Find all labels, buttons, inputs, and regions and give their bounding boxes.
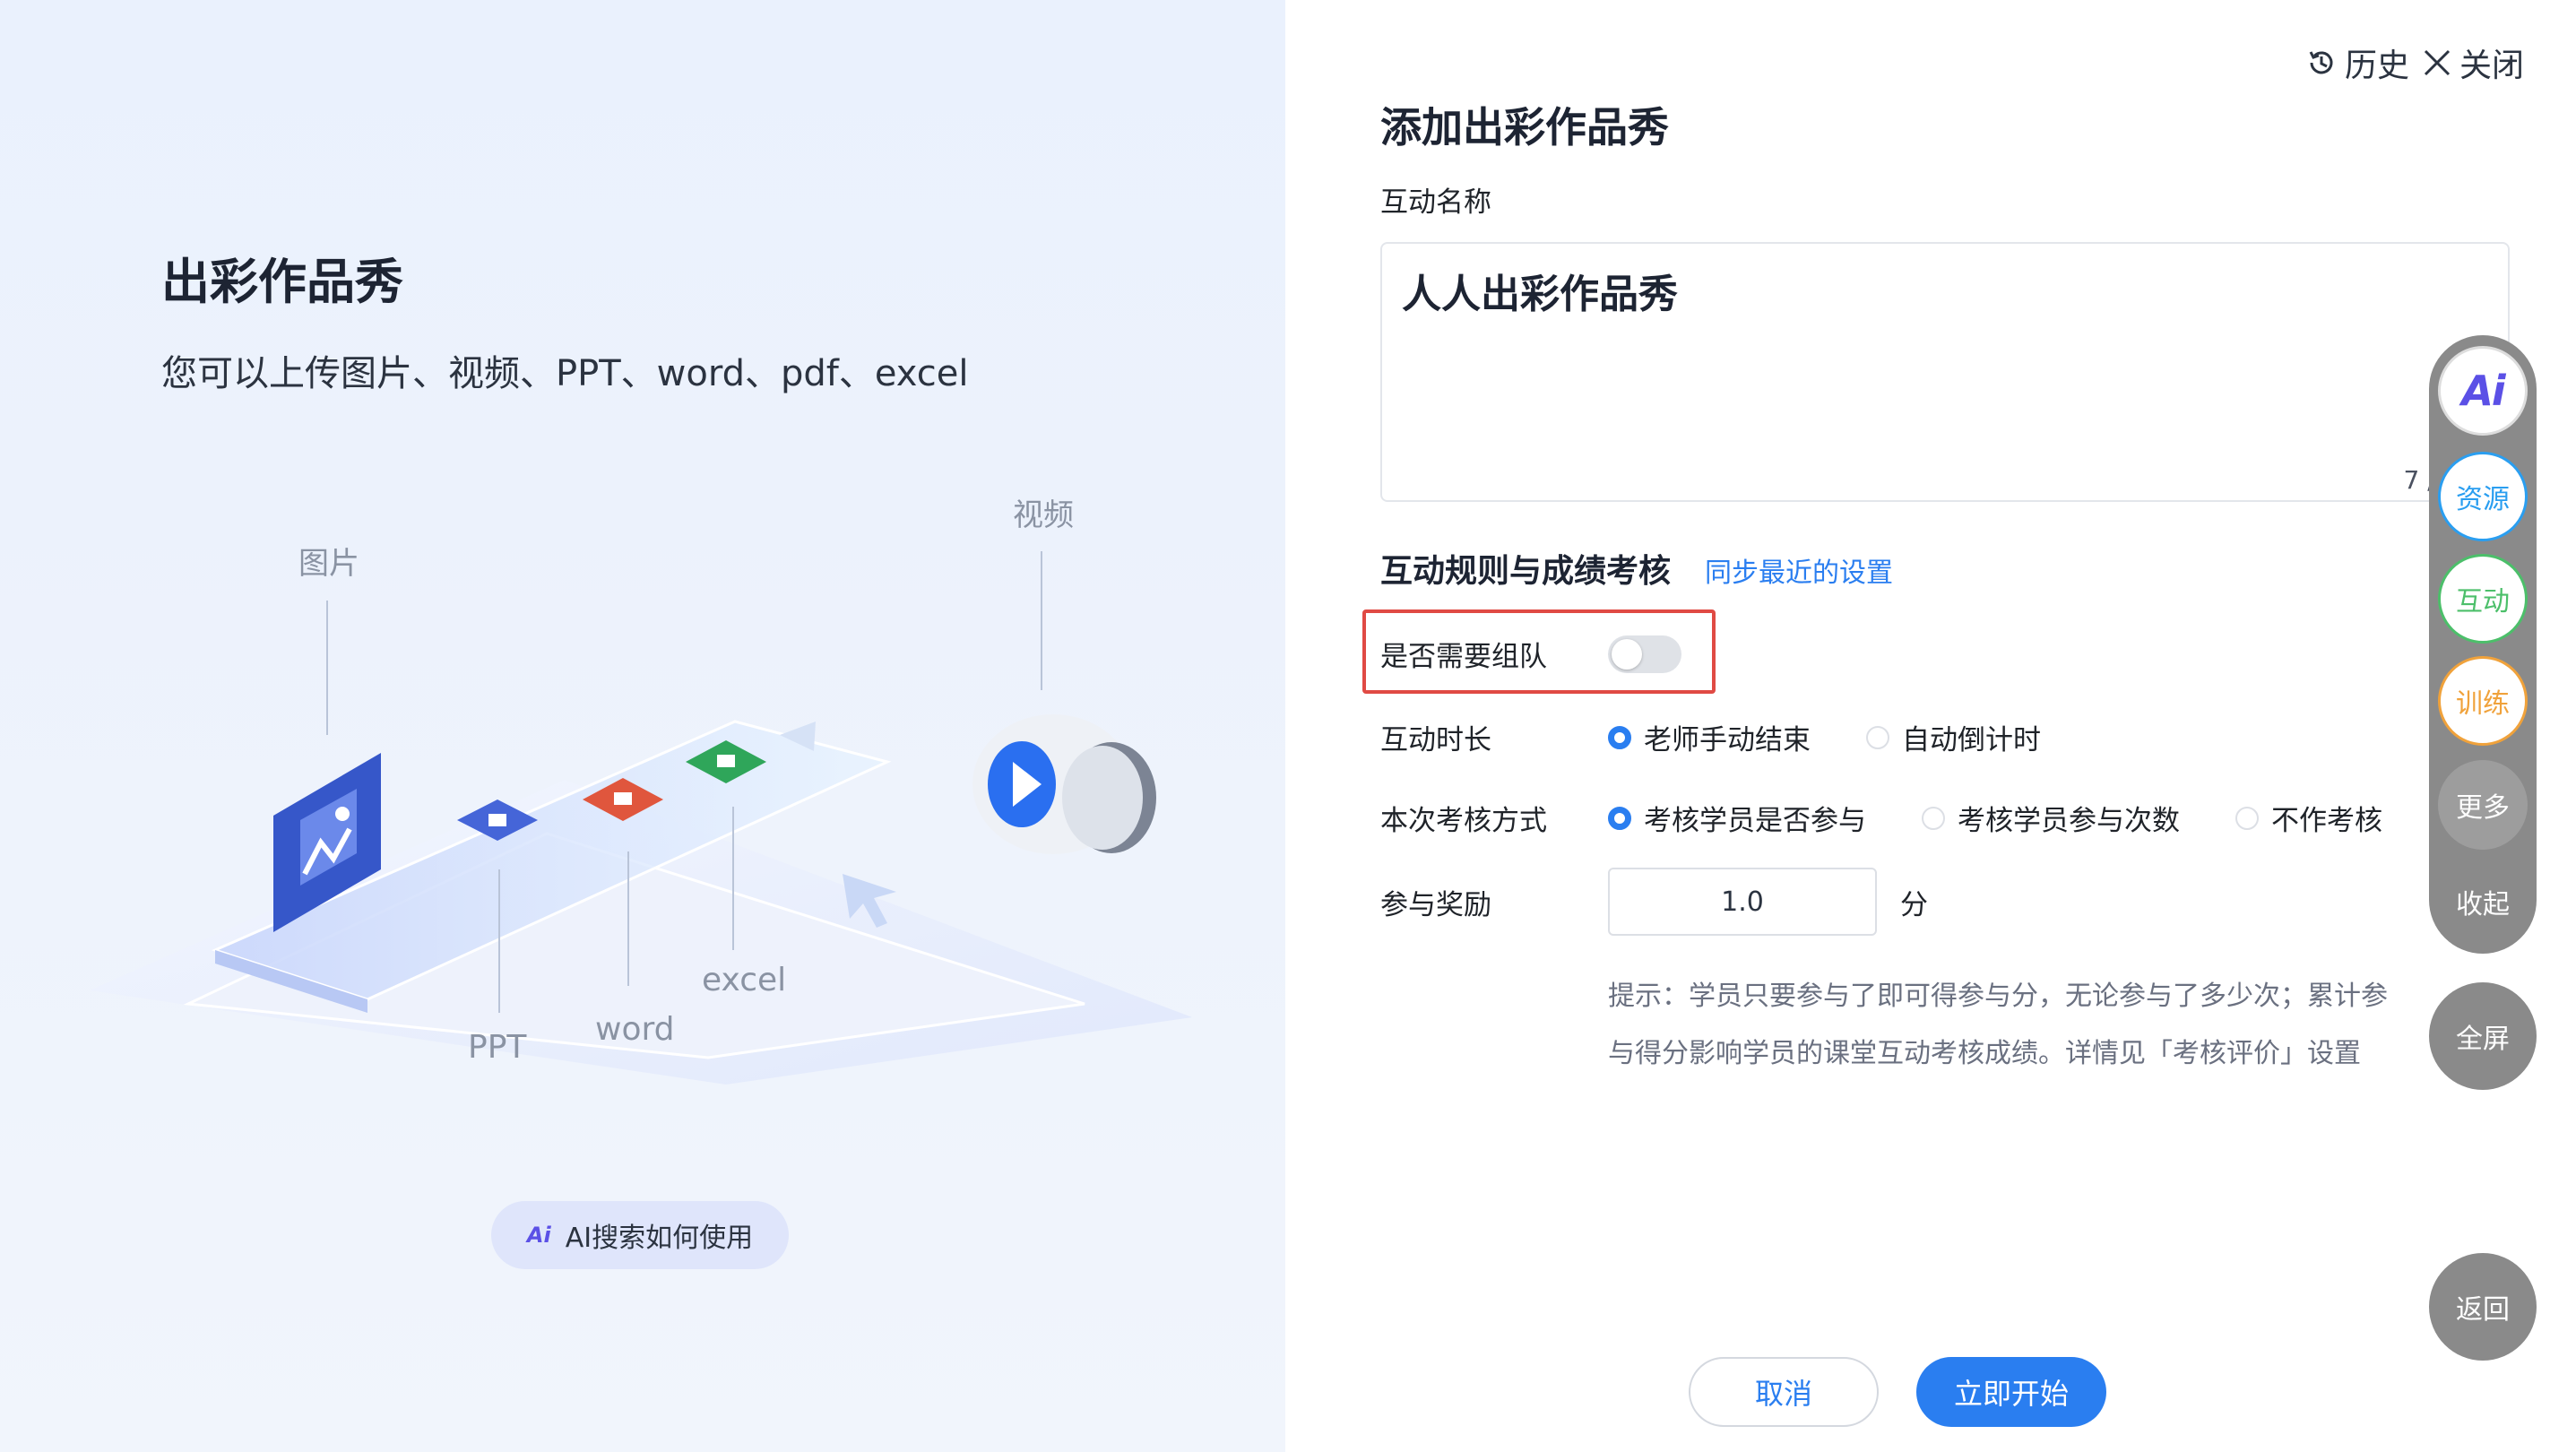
floating-toolbar: Ai 资源 互动 训练 更多 收起	[2429, 335, 2537, 954]
intro-subtitle: 您可以上传图片、视频、PPT、word、pdf、excel	[161, 353, 969, 394]
close-label: 关闭	[2459, 48, 2524, 84]
close-button[interactable]: 关闭	[2422, 39, 2524, 86]
interact-button[interactable]: 互动	[2438, 554, 2528, 644]
ai-help-button[interactable]: Ai AI搜索如何使用	[491, 1201, 789, 1269]
assess-option-none[interactable]: 不作考核	[2235, 798, 2382, 838]
duration-option-label: 自动倒计时	[1902, 724, 2041, 756]
label-video: 视频	[1013, 497, 1074, 533]
more-button[interactable]: 更多	[2438, 760, 2528, 850]
video-cloud-icon	[972, 714, 1156, 854]
assess-option-label: 考核学员参与次数	[1958, 805, 2180, 837]
name-textarea[interactable]: 人人出彩作品秀 7 / 200	[1380, 242, 2510, 502]
form-title: 添加出彩作品秀	[1380, 103, 1669, 151]
label-image: 图片	[298, 546, 359, 582]
team-row: 是否需要组队	[1380, 634, 1681, 674]
intro-title: 出彩作品秀	[161, 254, 403, 310]
duration-option-label: 老师手动结束	[1644, 724, 1811, 756]
collapse-button[interactable]: 收起	[2429, 882, 2537, 921]
intro-panel: 出彩作品秀 您可以上传图片、视频、PPT、word、pdf、excel 图片 视…	[0, 0, 1285, 1452]
start-button[interactable]: 立即开始	[1916, 1357, 2106, 1427]
duration-option-manual[interactable]: 老师手动结束	[1608, 717, 1811, 757]
history-label: 历史	[2344, 48, 2409, 84]
radio-icon	[1608, 806, 1631, 830]
radio-icon	[1922, 806, 1945, 830]
name-label: 互动名称	[1380, 186, 1491, 219]
assess-option-label: 考核学员是否参与	[1644, 805, 1866, 837]
assess-label: 本次考核方式	[1380, 805, 1547, 837]
cancel-button[interactable]: 取消	[1689, 1357, 1879, 1427]
resources-button[interactable]: 资源	[2438, 452, 2528, 541]
reward-hint: 提示：学员只要参与了即可得参与分，无论参与了多少次；累计参与得分影响学员的课堂互…	[1608, 981, 2388, 1069]
radio-icon	[2235, 806, 2259, 830]
radio-icon	[1866, 725, 1889, 749]
ai-logo-icon: Ai	[2461, 367, 2505, 415]
form-panel: 历史 关闭 添加出彩作品秀 互动名称 人人出彩作品秀 7 / 200 互动规则与…	[1285, 0, 2576, 1452]
team-label: 是否需要组队	[1380, 641, 1547, 673]
reward-label: 参与奖励	[1380, 888, 1491, 921]
ai-help-label: AI搜索如何使用	[565, 1223, 754, 1254]
name-value: 人人出彩作品秀	[1402, 272, 1678, 317]
back-button[interactable]: 返回	[2429, 1253, 2537, 1361]
assess-option-label: 不作考核	[2271, 805, 2382, 837]
radio-icon	[1608, 725, 1631, 749]
duration-label: 互动时长	[1380, 724, 1491, 756]
label-excel: excel	[702, 962, 786, 998]
top-actions: 历史 关闭	[2305, 39, 2524, 86]
rules-heading: 互动规则与成绩考核	[1380, 553, 1672, 590]
label-ppt: PPT	[468, 1029, 527, 1066]
training-button[interactable]: 训练	[2438, 656, 2528, 746]
team-toggle[interactable]	[1608, 635, 1681, 673]
duration-row: 互动时长 老师手动结束 自动倒计时	[1380, 717, 2096, 757]
history-button[interactable]: 历史	[2305, 39, 2409, 86]
reward-unit: 分	[1900, 888, 1928, 921]
toggle-knob	[1612, 638, 1642, 670]
reward-row: 参与奖励 1.0 分	[1380, 868, 1928, 936]
ai-assistant-button[interactable]: Ai	[2438, 346, 2528, 436]
ai-icon: Ai	[526, 1223, 551, 1248]
close-icon	[2424, 49, 2451, 76]
reward-input[interactable]: 1.0	[1608, 868, 1877, 936]
assess-row: 本次考核方式 考核学员是否参与 考核学员参与次数 不作考核	[1380, 798, 2438, 838]
assess-option-count[interactable]: 考核学员参与次数	[1922, 798, 2180, 838]
assess-option-participation[interactable]: 考核学员是否参与	[1608, 798, 1866, 838]
rules-section-header: 互动规则与成绩考核 同步最近的设置	[1380, 545, 1893, 592]
duration-option-countdown[interactable]: 自动倒计时	[1866, 717, 2041, 757]
upload-types-illustration: 图片 视频 PPT word excel	[90, 497, 1192, 1085]
sync-settings-link[interactable]: 同步最近的设置	[1705, 550, 1893, 590]
fullscreen-button[interactable]: 全屏	[2429, 982, 2537, 1090]
history-icon	[2309, 51, 2333, 74]
label-word: word	[595, 1011, 675, 1048]
